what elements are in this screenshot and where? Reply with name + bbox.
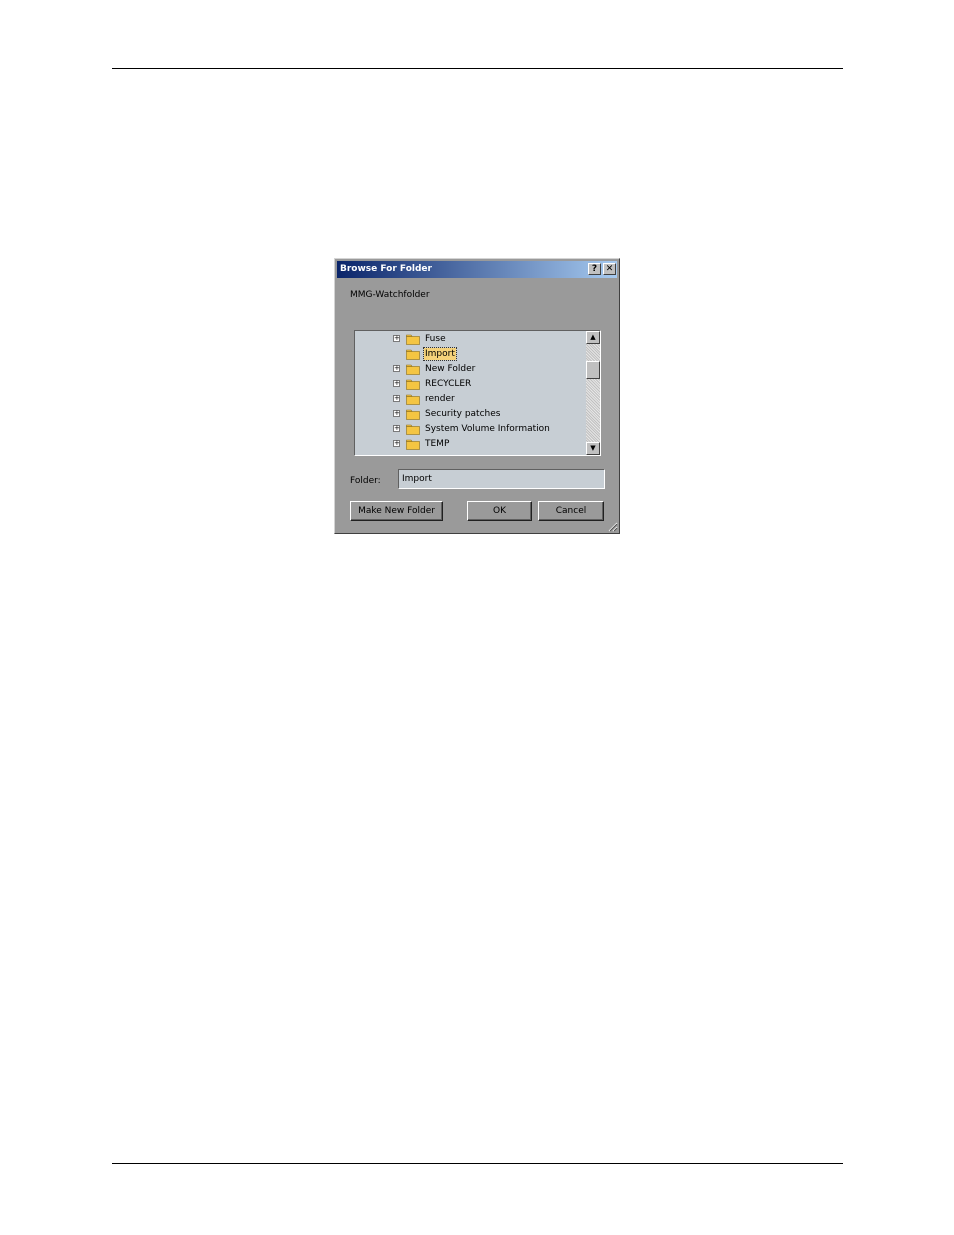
- folder-icon: [406, 424, 420, 435]
- folder-icon: [406, 379, 420, 390]
- expand-toggle-icon[interactable]: +: [393, 335, 400, 342]
- help-button[interactable]: ?: [588, 263, 601, 275]
- make-new-folder-button[interactable]: Make New Folder: [350, 501, 443, 521]
- ok-button[interactable]: OK: [467, 501, 532, 521]
- make-new-folder-label: Make New Folder: [358, 506, 435, 516]
- page-header-rule: [112, 68, 843, 69]
- tree-item-label: Import: [423, 347, 457, 361]
- folder-icon: [406, 364, 420, 375]
- folder-icon: [406, 439, 420, 450]
- folder-icon: [406, 349, 420, 360]
- scroll-thumb[interactable]: [586, 361, 600, 379]
- tree-item-label: RECYCLER: [425, 379, 472, 389]
- folder-input[interactable]: [398, 469, 605, 489]
- instruction-text: MMG-Watchfolder: [350, 290, 430, 300]
- expand-toggle-icon[interactable]: +: [393, 425, 400, 432]
- title-bar[interactable]: Browse For Folder ? ✕: [337, 261, 617, 278]
- ok-label: OK: [493, 506, 506, 516]
- folder-icon: [406, 394, 420, 405]
- browse-for-folder-dialog: Browse For Folder ? ✕ MMG-Watchfolder ▲ …: [334, 258, 620, 534]
- expand-toggle-icon[interactable]: +: [393, 440, 400, 447]
- scroll-up-arrow[interactable]: ▲: [586, 331, 600, 344]
- expand-toggle-icon[interactable]: +: [393, 365, 400, 372]
- page-footer-rule: [112, 1163, 843, 1164]
- cancel-label: Cancel: [555, 506, 587, 516]
- scroll-down-arrow[interactable]: ▼: [586, 442, 600, 455]
- tree-item-label: New Folder: [425, 364, 476, 374]
- tree-item-label: TEMP: [425, 439, 450, 449]
- tree-item-label: render: [425, 394, 455, 404]
- resize-grip-icon[interactable]: [607, 521, 618, 532]
- folder-field-label: Folder:: [350, 476, 381, 486]
- close-button[interactable]: ✕: [603, 263, 616, 275]
- expand-toggle-icon[interactable]: +: [393, 395, 400, 402]
- folder-icon: [406, 409, 420, 420]
- cancel-button[interactable]: Cancel: [538, 501, 604, 521]
- dialog-title: Browse For Folder: [340, 264, 432, 274]
- tree-item-label: System Volume Information: [425, 424, 550, 434]
- tree-item-label: Fuse: [425, 334, 446, 344]
- folder-icon: [406, 334, 420, 345]
- tree-scrollbar[interactable]: ▲ ▼: [586, 331, 600, 455]
- tree-item-label: Security patches: [425, 409, 501, 419]
- folder-tree[interactable]: ▲ ▼ + Fuse Import + New Folder + RECYCLER + rend…: [354, 330, 601, 456]
- expand-toggle-icon[interactable]: +: [393, 410, 400, 417]
- expand-toggle-icon[interactable]: +: [393, 380, 400, 387]
